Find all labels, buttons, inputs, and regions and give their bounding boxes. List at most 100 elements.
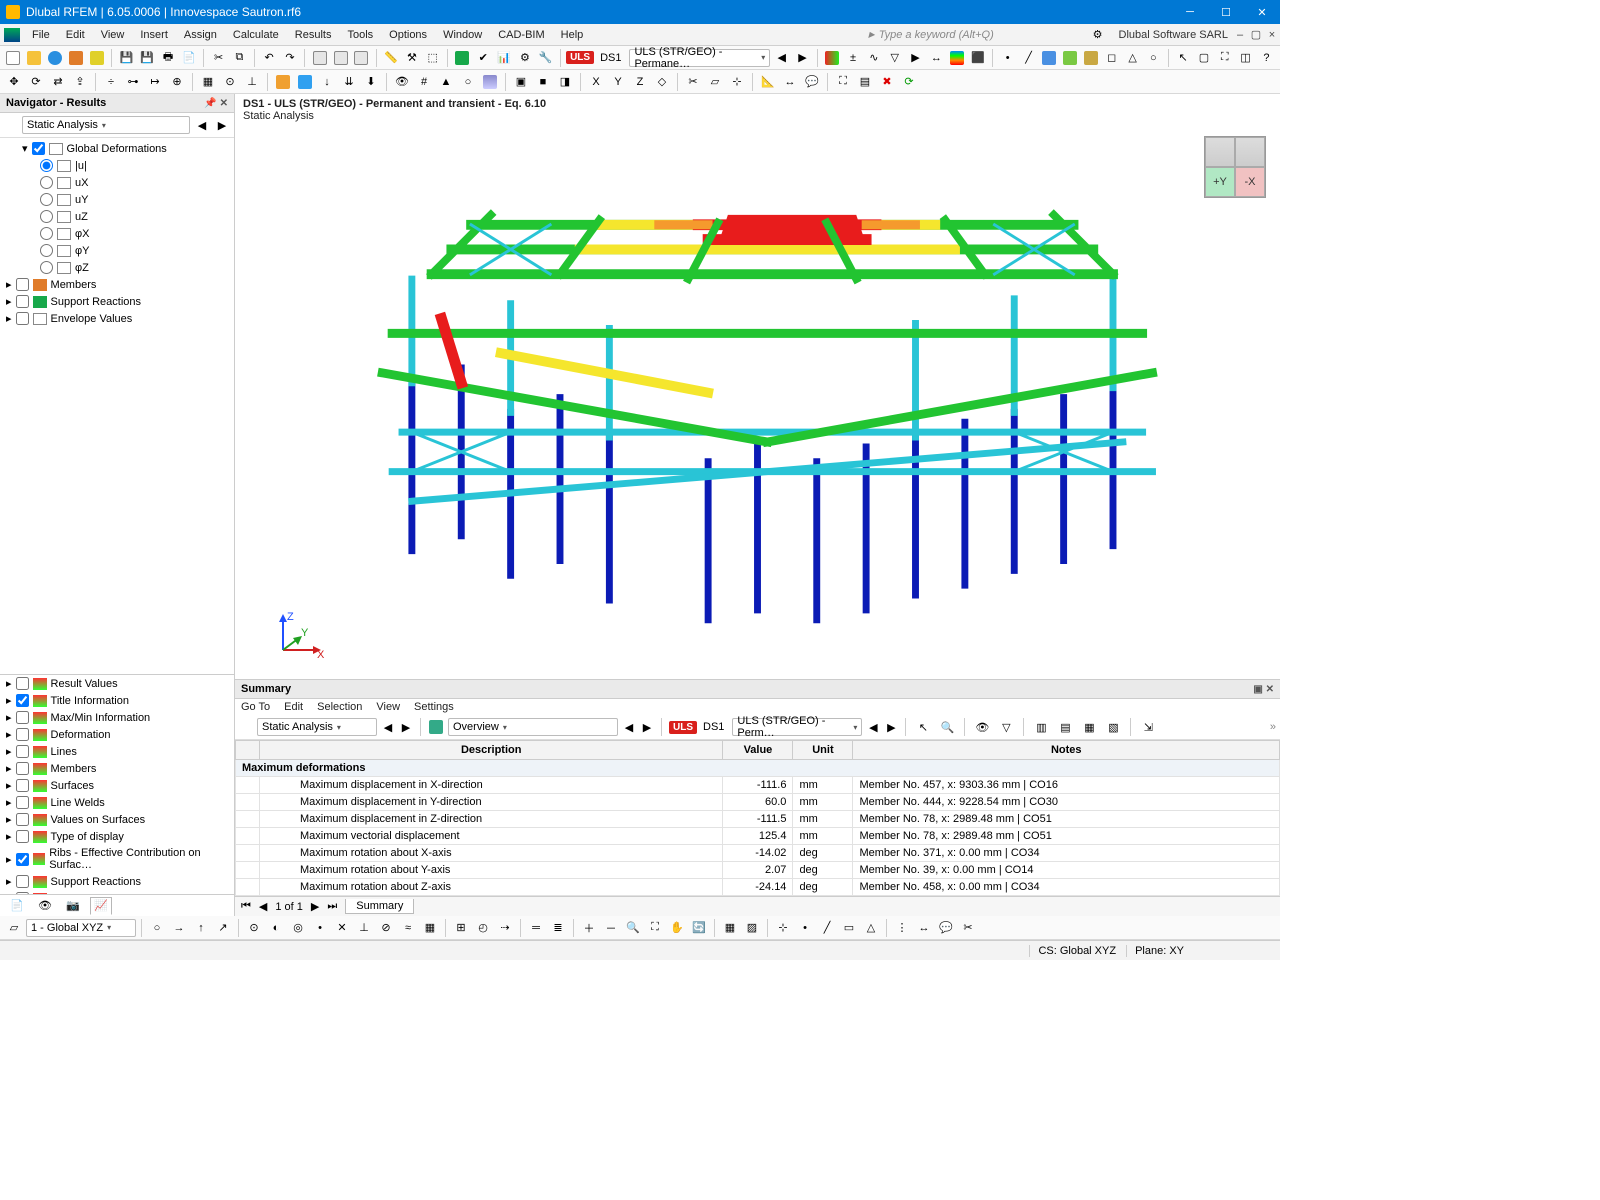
- nodal-load-icon[interactable]: ↓: [317, 72, 337, 92]
- summary-col1-icon[interactable]: ▥: [1031, 717, 1051, 737]
- disp-opt-3-checkbox[interactable]: [16, 728, 29, 741]
- table-row[interactable]: Maximum vectorial displacement125.4mmMem…: [236, 828, 1280, 845]
- disp-opt-8-checkbox[interactable]: [16, 813, 29, 826]
- zoom-out-icon[interactable]: －: [601, 918, 621, 938]
- grid-icon[interactable]: ▦: [198, 72, 218, 92]
- summary-export-icon[interactable]: ⇲: [1138, 717, 1158, 737]
- summary-prev1-icon[interactable]: ◀: [381, 719, 395, 735]
- summary-eye-icon[interactable]: 👁: [972, 717, 992, 737]
- snap-perp-icon[interactable]: ⊥: [354, 918, 374, 938]
- summary-next1-icon[interactable]: ▶: [399, 719, 413, 735]
- mdi-restore-button[interactable]: ▢: [1248, 28, 1264, 41]
- minimize-button[interactable]: ─: [1172, 0, 1208, 24]
- menu-file[interactable]: File: [24, 27, 58, 43]
- th-unit[interactable]: Unit: [793, 741, 853, 760]
- result-diagram-icon[interactable]: [823, 48, 842, 68]
- cut-icon[interactable]: ✂: [209, 48, 228, 68]
- disp-opt-9-checkbox[interactable]: [16, 830, 29, 843]
- track-icon[interactable]: ⇢: [495, 918, 515, 938]
- navigator-tree[interactable]: ▾Global Deformations |u| uX uY uZ φX φY …: [0, 138, 234, 674]
- config-icon[interactable]: ⚒: [403, 48, 422, 68]
- show-members-icon[interactable]: ╱: [817, 918, 837, 938]
- summary-col4-icon[interactable]: ▧: [1103, 717, 1123, 737]
- isosurface-icon[interactable]: [948, 48, 967, 68]
- box-select-icon[interactable]: ▢: [1195, 48, 1214, 68]
- summary-col3-icon[interactable]: ▦: [1079, 717, 1099, 737]
- menu-view[interactable]: View: [93, 27, 133, 43]
- def-ux-radio[interactable]: [40, 176, 53, 189]
- polar-icon[interactable]: ◴: [473, 918, 493, 938]
- show-ax-icon[interactable]: ⊹: [773, 918, 793, 938]
- snap-mid-icon[interactable]: ◐: [266, 918, 286, 938]
- view-z-icon[interactable]: Z: [630, 72, 650, 92]
- keyword-search[interactable]: Type a keyword (Alt+Q): [869, 29, 1089, 41]
- pin-icon[interactable]: 📌 ✕: [204, 98, 228, 109]
- summary-pin-icon[interactable]: ▣ ✕: [1253, 684, 1274, 695]
- menu-options[interactable]: Options: [381, 27, 435, 43]
- menu-window[interactable]: Window: [435, 27, 490, 43]
- area-load-icon[interactable]: ⬇: [361, 72, 381, 92]
- dimension-lines-icon[interactable]: ↔: [914, 918, 934, 938]
- pager-next-icon[interactable]: ▶: [311, 900, 319, 913]
- prev-analysis-icon[interactable]: ◀: [194, 117, 210, 133]
- layer-icon[interactable]: ≣: [548, 918, 568, 938]
- extend-icon[interactable]: ↦: [145, 72, 165, 92]
- view-y-icon[interactable]: Y: [608, 72, 628, 92]
- redo-icon[interactable]: ↷: [281, 48, 300, 68]
- summary-prev3-icon[interactable]: ◀: [866, 719, 880, 735]
- snap-tangent-icon[interactable]: ⊘: [376, 918, 396, 938]
- summary-menu-settings[interactable]: Settings: [414, 701, 454, 713]
- coord-system-dropdown[interactable]: 1 - Global XYZ▾: [26, 919, 136, 937]
- nav-tab-display-icon[interactable]: 👁: [34, 897, 56, 915]
- transparent-icon[interactable]: ◨: [555, 72, 575, 92]
- summary-prev2-icon[interactable]: ◀: [622, 719, 636, 735]
- save-all-icon[interactable]: 💾: [138, 48, 157, 68]
- block-manager-icon[interactable]: [66, 48, 85, 68]
- parameters-icon[interactable]: 📊: [495, 48, 514, 68]
- opening-icon[interactable]: ◻: [1102, 48, 1121, 68]
- view-cube-face-x[interactable]: -X: [1235, 167, 1265, 197]
- green-refresh-icon[interactable]: ⟳: [899, 72, 919, 92]
- next-analysis-icon[interactable]: ▶: [214, 117, 230, 133]
- view-cube-face[interactable]: [1205, 137, 1235, 167]
- def-phix-radio[interactable]: [40, 227, 53, 240]
- table-row[interactable]: Maximum rotation about X-axis-14.02degMe…: [236, 845, 1280, 862]
- join-icon[interactable]: ⊕: [167, 72, 187, 92]
- axis-x-icon[interactable]: →: [169, 918, 189, 938]
- mdi-close-button[interactable]: ×: [1264, 29, 1280, 41]
- help-icon[interactable]: ?: [1257, 48, 1276, 68]
- menu-tools[interactable]: Tools: [339, 27, 381, 43]
- disp-opt-11-checkbox[interactable]: [16, 875, 29, 888]
- view-cube[interactable]: +Y -X: [1204, 136, 1266, 198]
- envelope-checkbox[interactable]: [16, 312, 29, 325]
- menu-insert[interactable]: Insert: [132, 27, 176, 43]
- pan-icon[interactable]: ✋: [667, 918, 687, 938]
- animation-icon[interactable]: ▶: [906, 48, 925, 68]
- mdi-minimize-button[interactable]: –: [1232, 29, 1248, 41]
- support-icon[interactable]: △: [1123, 48, 1142, 68]
- snap-end-icon[interactable]: ⊙: [244, 918, 264, 938]
- summary-menu-view[interactable]: View: [376, 701, 400, 713]
- load-combo-icon[interactable]: [295, 72, 315, 92]
- red-x-icon[interactable]: ✖: [877, 72, 897, 92]
- summary-next2-icon[interactable]: ▶: [640, 719, 654, 735]
- scale-icon[interactable]: ↔: [927, 48, 946, 68]
- mirror-icon[interactable]: ⇄: [48, 72, 68, 92]
- optimize-icon[interactable]: ⚙: [516, 48, 535, 68]
- select-icon[interactable]: ↖: [1174, 48, 1193, 68]
- new-icon[interactable]: [4, 48, 23, 68]
- view-cube-face-y[interactable]: +Y: [1205, 167, 1235, 197]
- analysis-type-dropdown[interactable]: Static Analysis▾: [22, 116, 190, 134]
- clip-plane-icon[interactable]: ✂: [683, 72, 703, 92]
- design-icon[interactable]: 🔧: [536, 48, 555, 68]
- def-uy-radio[interactable]: [40, 193, 53, 206]
- print-report-icon[interactable]: 📄: [179, 48, 198, 68]
- divide-icon[interactable]: ÷: [101, 72, 121, 92]
- sections-icon[interactable]: ✂: [958, 918, 978, 938]
- table-row[interactable]: Maximum rotation about Y-axis2.07degMemb…: [236, 862, 1280, 879]
- menu-edit[interactable]: Edit: [58, 27, 93, 43]
- surface-icon[interactable]: [1061, 48, 1080, 68]
- disp-opt-1-checkbox[interactable]: [16, 694, 29, 707]
- extrude-icon[interactable]: ⇪: [70, 72, 90, 92]
- undo-icon[interactable]: ↶: [260, 48, 279, 68]
